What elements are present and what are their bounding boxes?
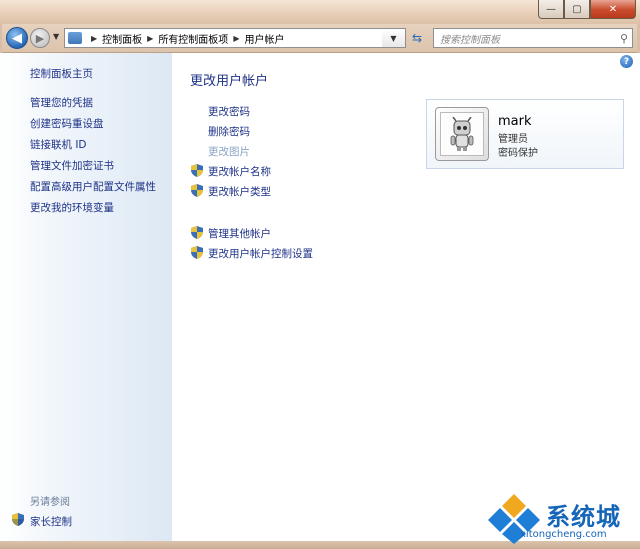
sidebar-item-manage-credentials[interactable]: 管理您的凭据 xyxy=(30,95,93,110)
refresh-button[interactable]: ⇆ xyxy=(406,28,428,48)
chevron-down-icon: ▼ xyxy=(53,32,60,41)
uac-shield-icon xyxy=(191,246,203,259)
search-placeholder: 搜索控制面板 xyxy=(440,34,500,46)
refresh-icon: ⇆ xyxy=(411,31,423,45)
search-input[interactable]: 搜索控制面板 ⚲ xyxy=(433,28,633,48)
uac-shield-icon xyxy=(191,164,203,177)
arrow-right-icon: ▶ xyxy=(35,31,45,45)
breadcrumb-all-items[interactable]: 所有控制面板项 xyxy=(158,31,228,46)
page-title: 更改用户帐户 xyxy=(190,74,269,89)
robot-avatar-icon xyxy=(450,117,474,151)
sidebar-item-environment-variables[interactable]: 更改我的环境变量 xyxy=(30,200,114,215)
avatar-picture xyxy=(440,112,484,156)
control-panel-icon xyxy=(68,32,82,44)
window-frame-bottom xyxy=(0,541,640,549)
user-account-tile: mark 管理员 密码保护 xyxy=(426,99,624,169)
remove-password-link[interactable]: 删除密码 xyxy=(208,124,250,139)
change-picture-link[interactable]: 更改图片 xyxy=(208,144,250,159)
manage-other-accounts-link[interactable]: 管理其他帐户 xyxy=(208,226,271,241)
uac-settings-link[interactable]: 更改用户帐户控制设置 xyxy=(208,246,313,261)
change-account-name-link[interactable]: 更改帐户名称 xyxy=(208,164,271,179)
password-status: 密码保护 xyxy=(498,148,538,159)
address-bar[interactable]: ▶ 控制面板 ▶ 所有控制面板项 ▶ 用户帐户 xyxy=(64,28,404,48)
title-bar: — ▢ ✕ xyxy=(0,0,640,24)
breadcrumb-control-panel[interactable]: 控制面板 xyxy=(102,31,142,46)
change-password-link[interactable]: 更改密码 xyxy=(208,104,250,119)
navigation-bar: ◀ ▶ ▼ ▶ 控制面板 ▶ 所有控制面板项 ▶ 用户帐户 ▼ ⇆ 搜索控制面板… xyxy=(0,24,640,53)
sidebar-item-password-reset-disk[interactable]: 创建密码重设盘 xyxy=(30,116,104,131)
breadcrumb-separator-icon[interactable]: ▶ xyxy=(91,34,97,43)
uac-shield-icon xyxy=(191,226,203,239)
search-icon[interactable]: ⚲ xyxy=(620,32,628,45)
watermark-url: xitongcheng.com xyxy=(520,529,607,540)
address-dropdown-button[interactable]: ▼ xyxy=(382,28,406,48)
breadcrumb-separator-icon[interactable]: ▶ xyxy=(147,34,153,43)
help-icon[interactable]: ? xyxy=(620,55,633,68)
sidebar-item-file-encryption-certs[interactable]: 管理文件加密证书 xyxy=(30,158,114,173)
minimize-button[interactable]: — xyxy=(538,0,564,19)
recent-pages-button[interactable]: ▼ xyxy=(53,32,59,41)
maximize-button[interactable]: ▢ xyxy=(564,0,590,19)
user-name: mark xyxy=(498,114,532,129)
breadcrumb-separator-icon[interactable]: ▶ xyxy=(233,34,239,43)
see-also-heading: 另请参阅 xyxy=(30,497,70,508)
parental-controls-link[interactable]: 家长控制 xyxy=(30,514,72,529)
uac-shield-icon xyxy=(12,513,24,526)
arrow-left-icon: ◀ xyxy=(12,30,22,46)
caption-buttons: — ▢ ✕ xyxy=(538,0,636,19)
watermark-brand: 系统城 xyxy=(546,503,621,531)
user-role: 管理员 xyxy=(498,134,528,145)
task-pane: 控制面板主页 管理您的凭据 创建密码重设盘 链接联机 ID 管理文件加密证书 配… xyxy=(0,53,172,541)
sidebar-item-link-online-id[interactable]: 链接联机 ID xyxy=(30,137,87,152)
sidebar-item-advanced-profile[interactable]: 配置高级用户配置文件属性 xyxy=(30,179,156,194)
forward-button[interactable]: ▶ xyxy=(30,28,50,48)
avatar[interactable] xyxy=(435,107,489,161)
uac-shield-icon xyxy=(191,184,203,197)
chevron-down-icon: ▼ xyxy=(390,33,397,43)
change-account-type-link[interactable]: 更改帐户类型 xyxy=(208,184,271,199)
sidebar-item-control-panel-home[interactable]: 控制面板主页 xyxy=(30,66,93,81)
back-button[interactable]: ◀ xyxy=(6,27,28,49)
breadcrumb-user-accounts[interactable]: 用户帐户 xyxy=(244,31,284,46)
close-button[interactable]: ✕ xyxy=(590,0,636,19)
